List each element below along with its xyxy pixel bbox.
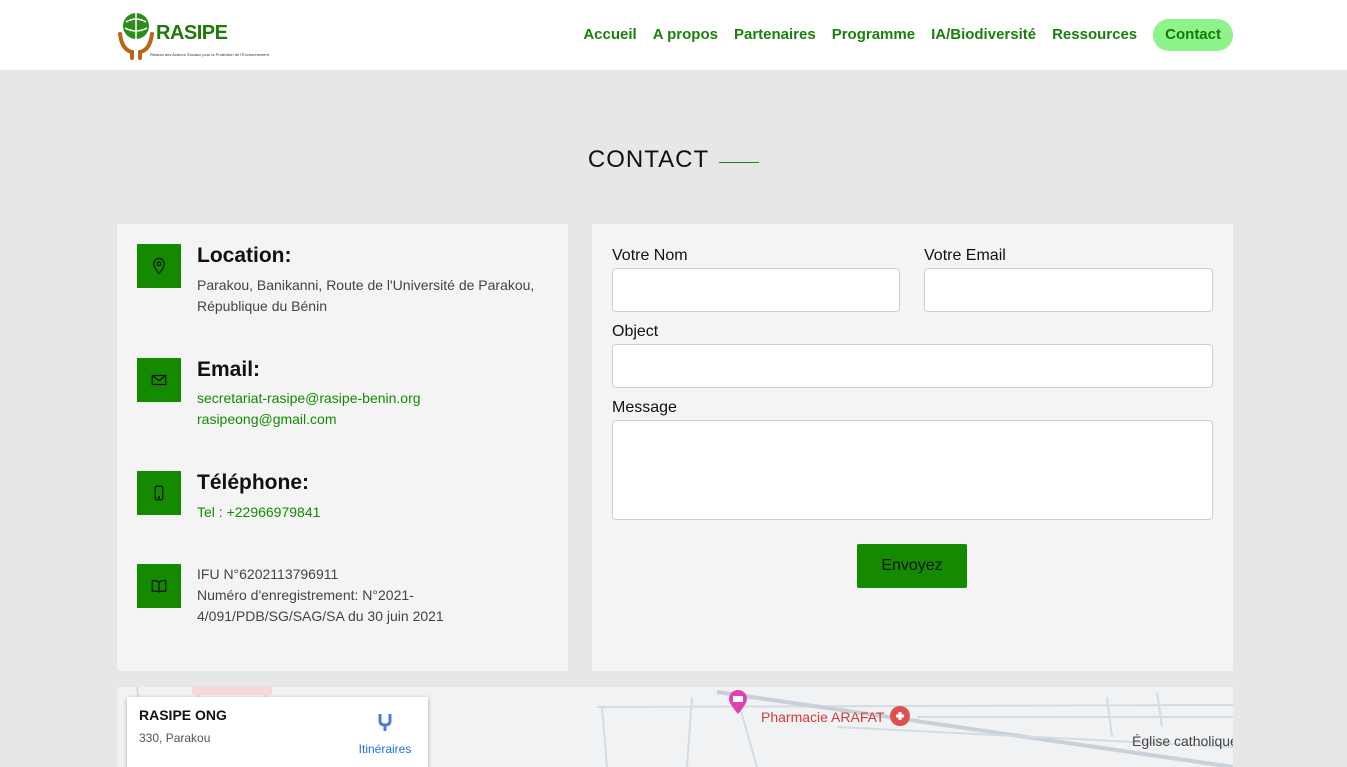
name-label: Votre Nom xyxy=(612,247,688,264)
directions-label: Itinéraires xyxy=(358,742,412,756)
nav-ia-biodiversite[interactable]: IA/Biodiversité xyxy=(931,19,1036,51)
contact-form: Votre Nom Votre Email Object Message Env… xyxy=(592,224,1233,671)
logo-text: RASIPE xyxy=(156,22,228,44)
location-heading: Location: xyxy=(197,244,292,267)
nav-programme[interactable]: Programme xyxy=(832,19,915,51)
directions-button[interactable]: Itinéraires xyxy=(355,711,415,756)
object-input[interactable] xyxy=(612,344,1213,388)
main-nav: Accueil A propos Partenaires Programme I… xyxy=(567,19,1233,51)
message-label: Message xyxy=(612,399,677,416)
envelope-icon xyxy=(137,358,181,402)
map-place-name: RASIPE ONG xyxy=(139,707,227,723)
phone-number[interactable]: Tel : +22966979841 xyxy=(197,502,320,523)
email-input[interactable] xyxy=(924,268,1213,312)
pharmacy-marker-icon xyxy=(889,705,911,730)
registration-line-2: 4/091/PDB/SG/SAG/SA du 30 juin 2021 xyxy=(197,608,444,624)
nav-contact[interactable]: Contact xyxy=(1153,19,1233,51)
book-icon xyxy=(137,564,181,608)
nav-accueil[interactable]: Accueil xyxy=(583,19,636,51)
email-link-gmail[interactable]: rasipeong@gmail.com xyxy=(197,409,337,430)
email-label: Votre Email xyxy=(924,247,1006,264)
map-pin-icon xyxy=(137,244,181,288)
phone-icon xyxy=(137,471,181,515)
site-header: RASIPE Réseau des Acteurs Sociaux pour l… xyxy=(0,0,1347,70)
page-title: CONTACT xyxy=(587,146,710,173)
nav-partenaires[interactable]: Partenaires xyxy=(734,19,816,51)
nav-ressources[interactable]: Ressources xyxy=(1052,19,1137,51)
object-label: Object xyxy=(612,323,659,340)
email-link-secretariat[interactable]: secretariat-rasipe@rasipe-benin.org xyxy=(197,388,421,409)
contact-info-card: Location: Parakou, Banikanni, Route de l… xyxy=(117,224,568,671)
nav-a-propos[interactable]: A propos xyxy=(653,19,718,51)
location-line-1: Parakou, Banikanni, Route de l'Universit… xyxy=(197,277,535,293)
directions-icon xyxy=(378,714,392,731)
church-label[interactable]: Église catholique xyxy=(1132,733,1233,749)
submit-button[interactable]: Envoyez xyxy=(857,544,967,588)
registration-line-1: Numéro d'enregistrement: N°2021- xyxy=(197,587,414,603)
google-map[interactable]: Pharmacie ARAFAT Église catholique RASIP… xyxy=(117,687,1233,767)
email-heading: Email: xyxy=(197,358,261,381)
message-textarea[interactable] xyxy=(612,420,1213,520)
ifu-number: IFU N°6202113796911 xyxy=(197,566,339,582)
title-underline xyxy=(719,162,760,164)
pharmacy-pin-icon[interactable] xyxy=(727,689,749,718)
map-place-card: RASIPE ONG 330, Parakou Itinéraires xyxy=(127,697,428,767)
phone-heading: Téléphone: xyxy=(197,471,310,494)
name-input[interactable] xyxy=(612,268,900,312)
map-place-address: 330, Parakou xyxy=(139,731,211,745)
pharmacy-label[interactable]: Pharmacie ARAFAT xyxy=(761,709,884,725)
site-logo[interactable]: RASIPE Réseau des Acteurs Sociaux pour l… xyxy=(116,8,269,62)
section-title: CONTACT xyxy=(0,146,1347,174)
location-line-2: République du Bénin xyxy=(197,298,327,314)
logo-subtitle: Réseau des Acteurs Sociaux pour la Prote… xyxy=(150,52,269,57)
